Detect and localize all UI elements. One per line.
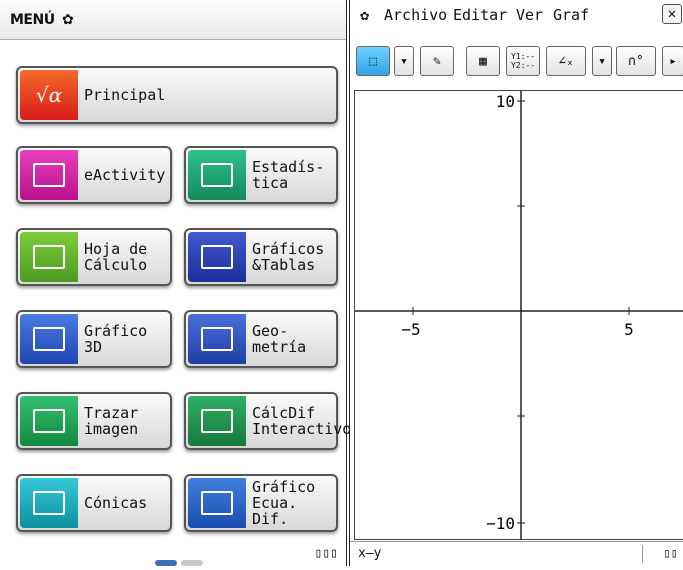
x-label-right: 5: [624, 320, 634, 339]
app-grafico-3d[interactable]: Gráfico 3D: [16, 310, 172, 368]
spreadsheet-icon: [20, 232, 78, 282]
graph-editor-label: Y1:-- Y2:--: [510, 52, 536, 70]
app-grafico-ecua-dif[interactable]: Gráfico Ecua. Dif.: [184, 474, 338, 532]
menu-editar[interactable]: Editar: [453, 6, 507, 24]
table-icon: ▦: [479, 53, 487, 69]
menu-header: MENÚ ✿: [0, 0, 346, 40]
settings-gear-icon[interactable]: ✿: [360, 6, 369, 24]
app-label: Cónicas: [84, 494, 148, 512]
menu-bar: ✿ Archivo Editar Ver Graf ✕: [350, 0, 683, 28]
menu-ver[interactable]: Ver: [516, 6, 543, 24]
trace-button[interactable]: ∩°: [616, 46, 656, 76]
app-label: Hoja de Cálculo: [84, 240, 148, 274]
graph-window[interactable]: 10 −10 −5 5: [354, 90, 683, 540]
y-label-bottom: −10: [486, 514, 515, 533]
zoom-dropdown-button[interactable]: ▾: [592, 46, 612, 76]
app-label: Gráfico Ecua. Dif.: [252, 478, 316, 528]
battery-icon: ▯▯: [663, 546, 678, 560]
x-label-left: −5: [401, 320, 420, 339]
zoom-axes-button[interactable]: ∠ₓ: [546, 46, 586, 76]
app-label: Estadís- tica: [252, 158, 325, 192]
app-label: Gráfico 3D: [84, 322, 148, 356]
app-hoja-de-calculo[interactable]: Hoja de Cálculo: [16, 228, 172, 286]
dropdown-arrow-icon: ▾: [598, 53, 606, 69]
table-button[interactable]: ▦: [466, 46, 500, 76]
app-label: Geo- metría: [252, 322, 307, 356]
page-indicator[interactable]: [155, 551, 207, 570]
status-text: x–y: [358, 546, 382, 561]
app-conicas[interactable]: Cónicas: [16, 474, 172, 532]
app-label: Principal: [84, 86, 166, 104]
pen-button[interactable]: ✎: [420, 46, 454, 76]
toolbar: ⬚ ▾ ✎ ▦ Y1:-- Y2:-- ∠ₓ ▾ ∩° ▸: [350, 46, 683, 80]
trace-icon: ∩°: [628, 53, 644, 69]
menu-graf[interactable]: Graf: [553, 6, 589, 24]
bar-chart-icon: [188, 150, 246, 200]
menu-title[interactable]: MENÚ ✿: [10, 12, 74, 28]
menu-title-text: MENÚ: [10, 12, 55, 28]
pen-icon: ✎: [433, 53, 441, 69]
pointer-icon: ⬚: [369, 53, 377, 69]
menu-archivo[interactable]: Archivo: [384, 6, 447, 24]
graph-canvas[interactable]: 10 −10 −5 5: [355, 91, 683, 539]
close-icon[interactable]: ✕: [662, 4, 682, 24]
3d-axes-icon: [20, 314, 78, 364]
axes-icon: ∠ₓ: [558, 53, 574, 69]
picture-plot-icon: [20, 396, 78, 446]
y-label-top: 10: [496, 92, 515, 111]
app-label: Trazar imagen: [84, 404, 139, 438]
app-graficos-tablas[interactable]: Gráficos &Tablas: [184, 228, 338, 286]
app-estadistica[interactable]: Estadís- tica: [184, 146, 338, 204]
app-eactivity[interactable]: eActivity: [16, 146, 172, 204]
page-dot[interactable]: [181, 560, 203, 566]
graph-table-icon: [188, 232, 246, 282]
app-label: eActivity: [84, 166, 166, 184]
dropdown-arrow-icon: ▾: [400, 53, 408, 69]
page-dot-active[interactable]: [155, 560, 177, 566]
app-principal[interactable]: √α Principal: [16, 66, 338, 124]
graph-editor-button[interactable]: Y1:-- Y2:--: [506, 46, 540, 76]
pointer-dropdown-button[interactable]: ▾: [394, 46, 414, 76]
app-trazar-imagen[interactable]: Trazar imagen: [16, 392, 172, 450]
more-tools-button[interactable]: ▸: [662, 46, 683, 76]
eactivity-icon: [20, 150, 78, 200]
menu-panel: MENÚ ✿ √α Principal eActivity Estadís- t…: [0, 0, 351, 566]
geometry-icon: [188, 314, 246, 364]
diff-eq-graph-icon: [188, 478, 246, 528]
app-label: Gráficos &Tablas: [252, 240, 325, 274]
conics-icon: [20, 478, 78, 528]
status-divider: [642, 545, 643, 563]
status-bar: x–y ▯▯: [350, 541, 683, 566]
app-label: CálcDif Interactivo: [252, 404, 352, 438]
select-pointer-button[interactable]: ⬚: [356, 46, 390, 76]
diffcalc-icon: [188, 396, 246, 446]
graph-panel: ✿ Archivo Editar Ver Graf ✕ ⬚ ▾ ✎ ▦ Y1:-…: [349, 0, 683, 566]
app-calcdif-interactivo[interactable]: CálcDif Interactivo: [184, 392, 351, 450]
gear-icon[interactable]: ✿: [62, 12, 74, 28]
app-geometria[interactable]: Geo- metría: [184, 310, 338, 368]
sqrt-alpha-icon: √α: [20, 70, 78, 120]
menu-footer: ▯▯▯: [0, 542, 346, 566]
play-icon: ▸: [669, 53, 677, 69]
battery-icon: ▯▯▯: [314, 546, 338, 561]
